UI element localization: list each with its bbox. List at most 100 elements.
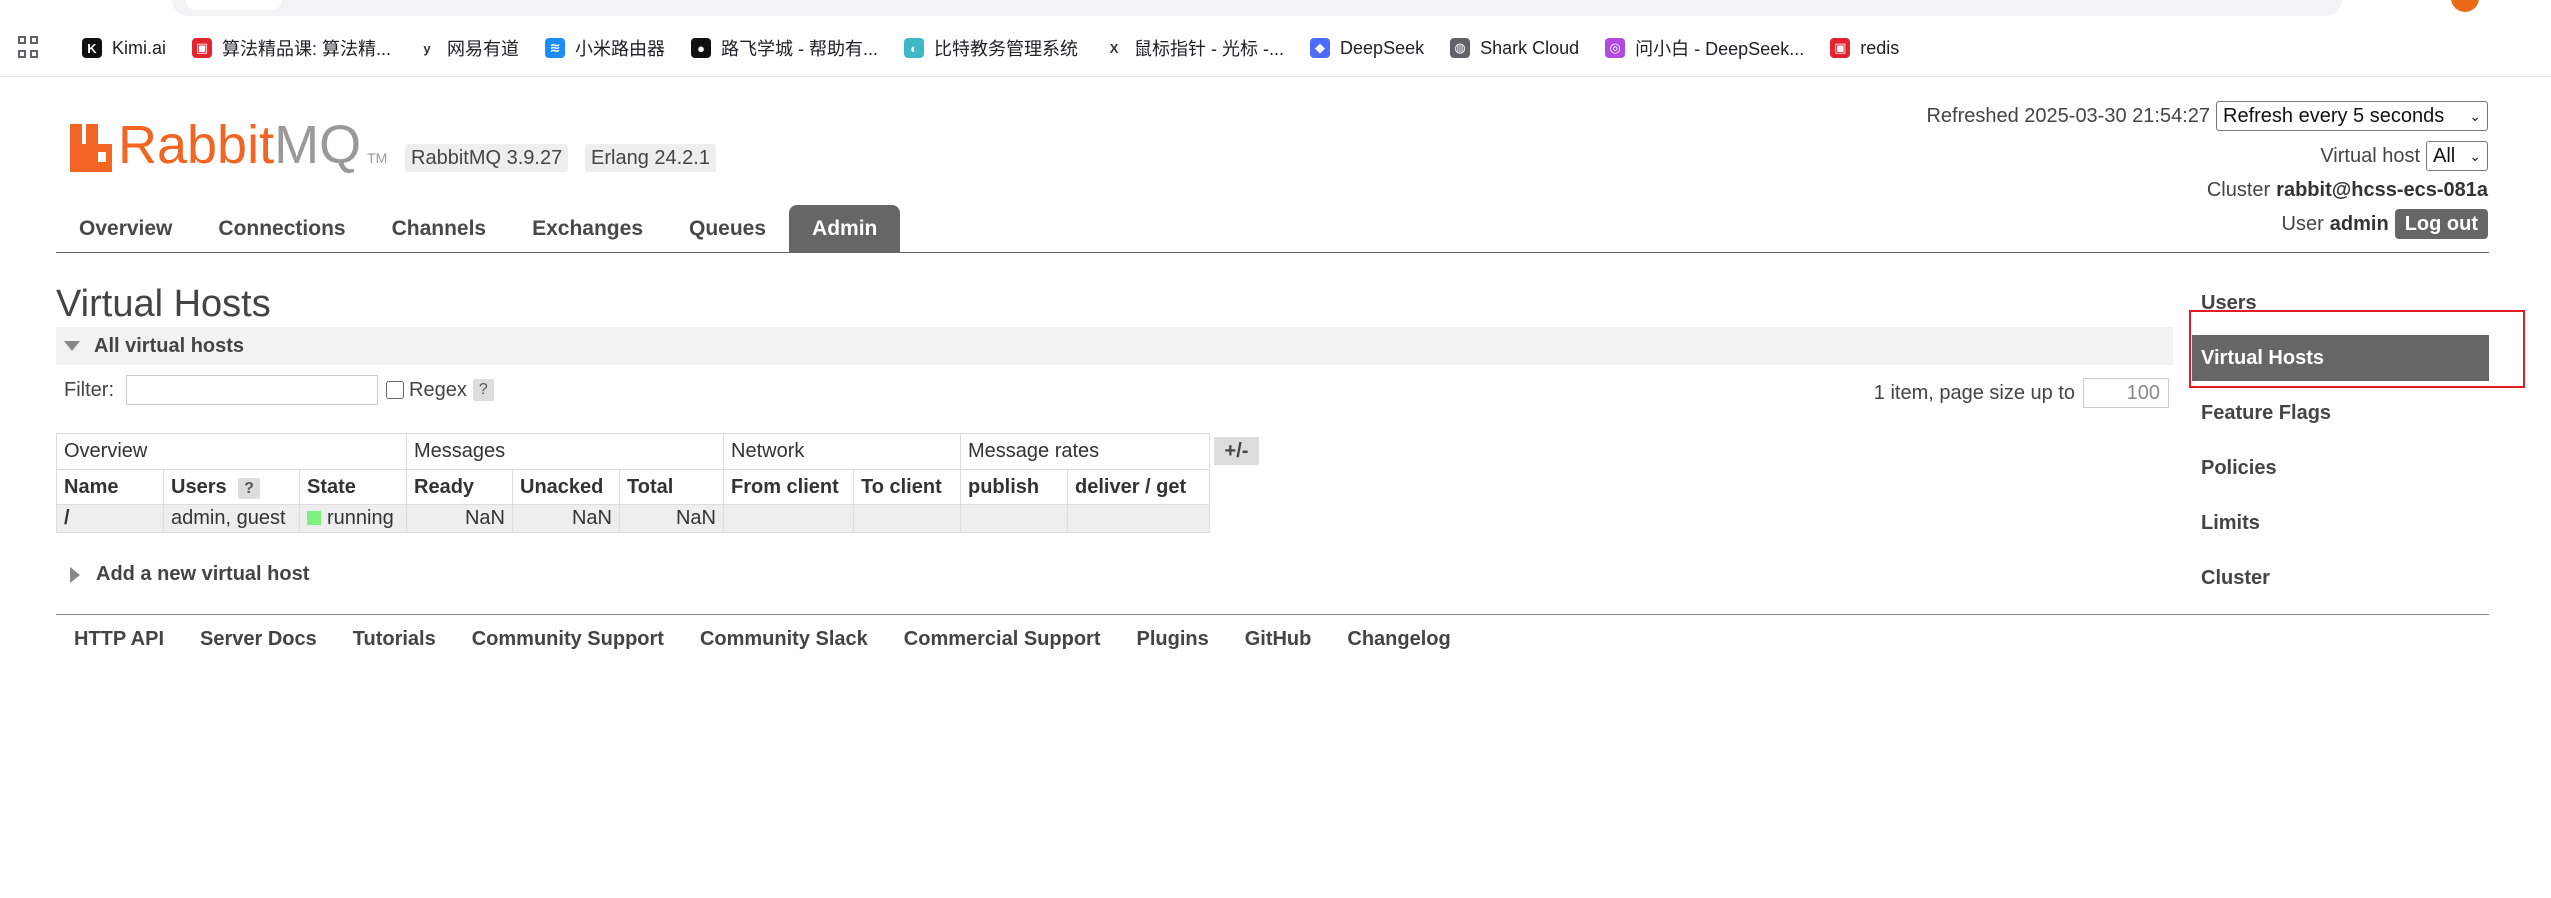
vhost-select[interactable]: All ⌄ — [2426, 141, 2488, 171]
tab-exchanges[interactable]: Exchanges — [509, 205, 666, 253]
rabbitmq-logo[interactable]: RabbitMQ TM — [70, 112, 387, 172]
vhost-ready: NaN — [406, 504, 513, 533]
refresh-interval-value: Refresh every 5 seconds — [2223, 104, 2445, 127]
all-vhosts-section-toggle[interactable]: All virtual hosts — [56, 327, 2173, 365]
bookmark-item[interactable]: X 鼠标指针 - 光标 -... — [1104, 35, 1284, 61]
refresh-interval-select[interactable]: Refresh every 5 seconds ⌄ — [2216, 101, 2488, 131]
footer-link-changelog[interactable]: Changelog — [1329, 628, 1468, 651]
bookmark-item[interactable]: ▣ 算法精品课: 算法精... — [192, 35, 391, 61]
vhost-state: running — [299, 504, 407, 533]
bookmark-item[interactable]: ◎ 问小白 - DeepSeek... — [1605, 35, 1804, 61]
rabbitmq-logo-icon — [70, 124, 112, 172]
refresh-row: Refreshed 2025-03-30 21:54:27 Refresh ev… — [1926, 101, 2488, 131]
page-title: Virtual Hosts — [56, 283, 271, 325]
cluster-name: rabbit@hcss-ecs-081a — [2276, 179, 2488, 201]
footer-link-http-api[interactable]: HTTP API — [56, 628, 182, 651]
bookmark-item[interactable]: ◍ Shark Cloud — [1450, 38, 1579, 59]
users-help-button[interactable]: ? — [238, 477, 260, 499]
footer-link-commercial-support[interactable]: Commercial Support — [886, 628, 1119, 651]
vhost-select-value: All — [2433, 144, 2456, 167]
add-vhost-toggle[interactable]: Add a new virtual host — [56, 563, 309, 586]
bookmark-item[interactable]: ◐ 比特教务管理系统 — [904, 35, 1078, 61]
col-publish[interactable]: publish — [960, 469, 1068, 505]
tab-admin[interactable]: Admin — [789, 205, 901, 253]
page-size-input[interactable]: 100 — [2083, 378, 2169, 408]
regex-label: Regex — [409, 378, 467, 401]
regex-help-button[interactable]: ? — [472, 379, 494, 401]
logout-button[interactable]: Log out — [2394, 209, 2488, 239]
vhost-row: Virtual host All ⌄ — [2320, 141, 2488, 171]
vhost-label: Virtual host — [2320, 144, 2420, 167]
tab-connections[interactable]: Connections — [195, 205, 368, 253]
main-nav-tabs: Overview Connections Channels Exchanges … — [56, 205, 901, 253]
vhost-deliver-rate — [1067, 504, 1210, 533]
footer-divider — [56, 614, 2489, 615]
vhost-total: NaN — [619, 504, 724, 533]
footer-link-tutorials[interactable]: Tutorials — [335, 628, 454, 651]
paging-controls: 1 item, page size up to 100 — [1874, 378, 2169, 408]
bookmark-item[interactable]: K Kimi.ai — [82, 38, 166, 59]
col-total[interactable]: Total — [619, 469, 724, 505]
bookmark-item[interactable]: ▣ redis — [1830, 38, 1899, 59]
bookmark-label: 问小白 - DeepSeek... — [1635, 39, 1805, 59]
running-status-icon — [307, 511, 321, 525]
footer-link-server-docs[interactable]: Server Docs — [182, 628, 335, 651]
group-message-rates: Message rates — [960, 433, 1210, 470]
column-toggle-button[interactable]: +/- — [1214, 437, 1259, 465]
bookmark-item[interactable]: ◆ DeepSeek — [1310, 38, 1424, 59]
regex-checkbox[interactable] — [386, 381, 404, 399]
cluster-label: Cluster — [2206, 179, 2271, 201]
youdao-icon: y — [423, 40, 431, 56]
cluster-row: Cluster rabbit@hcss-ecs-081a — [2207, 179, 2488, 202]
footer-link-community-support[interactable]: Community Support — [454, 628, 682, 651]
col-ready[interactable]: Ready — [406, 469, 513, 505]
col-deliver-get[interactable]: deliver / get — [1067, 469, 1210, 505]
col-from-client[interactable]: From client — [723, 469, 854, 505]
triangle-right-icon — [70, 566, 80, 583]
vhost-from-client — [723, 504, 854, 533]
group-messages: Messages — [406, 433, 724, 470]
admin-menu-feature-flags[interactable]: Feature Flags — [2192, 390, 2489, 436]
footer-link-community-slack[interactable]: Community Slack — [682, 628, 886, 651]
bookmark-label: Shark Cloud — [1480, 37, 1580, 58]
bookmark-item[interactable]: y 网易有道 — [417, 35, 519, 61]
deepseek-icon: ◆ — [1310, 38, 1331, 58]
apps-grid-icon[interactable] — [18, 36, 42, 60]
col-unacked[interactable]: Unacked — [512, 469, 620, 505]
table-group-header: Overview Messages Network Message rates — [56, 433, 1210, 470]
chrome-divider — [0, 76, 2551, 77]
xiaomi-router-icon: ≋ — [545, 38, 566, 58]
filter-label: Filter: — [64, 378, 114, 401]
address-bar[interactable] — [172, 0, 2342, 16]
footer-link-plugins[interactable]: Plugins — [1118, 628, 1226, 651]
bookmark-label: 鼠标指针 - 光标 -... — [1134, 39, 1285, 59]
vhost-unacked: NaN — [512, 504, 620, 533]
globe-icon: ◍ — [1450, 38, 1471, 58]
col-state[interactable]: State — [299, 469, 407, 505]
bookmark-item[interactable]: ● 路飞学城 - 帮助有... — [691, 35, 878, 61]
bookmark-item[interactable]: ≋ 小米路由器 — [545, 35, 665, 61]
vhost-name-link[interactable]: / — [56, 504, 164, 533]
section-title: All virtual hosts — [94, 334, 245, 357]
paging-text: 1 item, page size up to — [1873, 381, 2075, 404]
col-name[interactable]: Name — [56, 469, 164, 505]
bookmark-label: 算法精品课: 算法精... — [222, 39, 392, 59]
refreshed-timestamp: Refreshed 2025-03-30 21:54:27 — [1926, 104, 2210, 127]
footer-link-github[interactable]: GitHub — [1227, 628, 1330, 651]
filter-input[interactable] — [126, 375, 378, 405]
site-info-chip[interactable] — [186, 0, 281, 10]
admin-menu-policies[interactable]: Policies — [2192, 445, 2489, 491]
tab-queues[interactable]: Queues — [666, 205, 789, 253]
bookmarks-bar: K Kimi.ai ▣ 算法精品课: 算法精... y 网易有道 ≋ 小米路由器 ● 路飞学城 -… — [0, 26, 2551, 70]
col-users[interactable]: Users ? — [163, 469, 300, 505]
admin-menu-limits[interactable]: Limits — [2192, 500, 2489, 546]
tab-channels[interactable]: Channels — [369, 205, 510, 253]
algo-icon: ▣ — [192, 38, 213, 58]
bookmark-label: 路飞学城 - 帮助有... — [721, 39, 879, 59]
admin-menu-cluster[interactable]: Cluster — [2192, 555, 2489, 601]
vhost-publish-rate — [960, 504, 1068, 533]
tab-overview[interactable]: Overview — [56, 205, 195, 253]
col-to-client[interactable]: To client — [853, 469, 961, 505]
bookmark-label: Kimi.ai — [112, 37, 167, 58]
erlang-version-badge: Erlang 24.2.1 — [585, 144, 716, 172]
